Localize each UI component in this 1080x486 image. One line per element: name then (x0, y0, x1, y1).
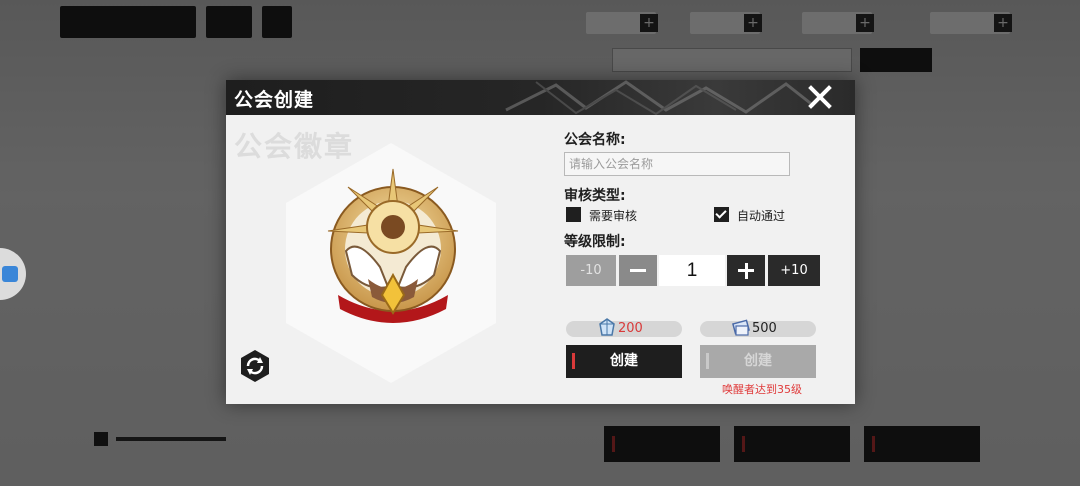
decrease-10-button[interactable]: -10 (566, 255, 616, 286)
switch-emblem-icon (241, 350, 269, 382)
ticket-icon (732, 319, 750, 336)
close-icon (808, 85, 832, 109)
dialog-header: 公会创建 (226, 80, 855, 115)
increase-10-button[interactable]: +10 (768, 255, 820, 286)
review-type-label: 审核类型: (564, 188, 626, 204)
manual-review-checkbox[interactable] (566, 207, 581, 222)
dialog-title: 公会创建 (234, 89, 315, 111)
auto-approve-label: 自动通过 (737, 209, 786, 223)
decrease-1-button[interactable] (619, 255, 657, 286)
create-with-ticket-button[interactable]: 创建 (700, 345, 816, 378)
guild-create-dialog: 公会创建 公会徽章 公会名称: 请输入公会名称 审核类型: 需要审核 自动通过 … (226, 80, 855, 404)
requirement-note: 唤醒者达到35级 (722, 383, 802, 396)
switch-emblem-button[interactable] (238, 349, 272, 383)
crystal-cost: 200 (566, 318, 682, 337)
create-with-crystal-button[interactable]: 创建 (566, 345, 682, 378)
header-decoration (505, 80, 815, 115)
manual-review-label: 需要审核 (589, 209, 638, 223)
side-tab-icon (2, 266, 18, 282)
auto-approve-checkbox[interactable] (714, 207, 729, 222)
create-button-label: 创建 (610, 353, 638, 369)
guild-name-input[interactable] (564, 152, 790, 176)
ticket-cost: 500 (700, 319, 816, 337)
minus-icon (630, 269, 646, 272)
increase-1-button[interactable] (727, 255, 765, 286)
close-button[interactable] (807, 84, 833, 110)
review-option-manual[interactable]: 需要审核 (566, 207, 656, 223)
guild-name-label: 公会名称: (564, 132, 626, 148)
ticket-cost-amount: 500 (752, 321, 777, 336)
review-option-auto[interactable]: 自动通过 (714, 207, 804, 223)
level-limit-label: 等级限制: (564, 234, 626, 250)
crystal-icon (599, 318, 615, 336)
level-value: 1 (659, 255, 725, 286)
level-stepper: -10 1 +10 (566, 255, 822, 286)
emblem-panel: 公会徽章 (226, 115, 546, 404)
guild-form: 公会名称: 审核类型: 需要审核 自动通过 等级限制: -10 1 +10 (564, 115, 844, 404)
guild-emblem-icon[interactable] (318, 167, 468, 329)
create-button-label-disabled: 创建 (744, 353, 772, 369)
crystal-cost-amount: 200 (618, 321, 643, 336)
